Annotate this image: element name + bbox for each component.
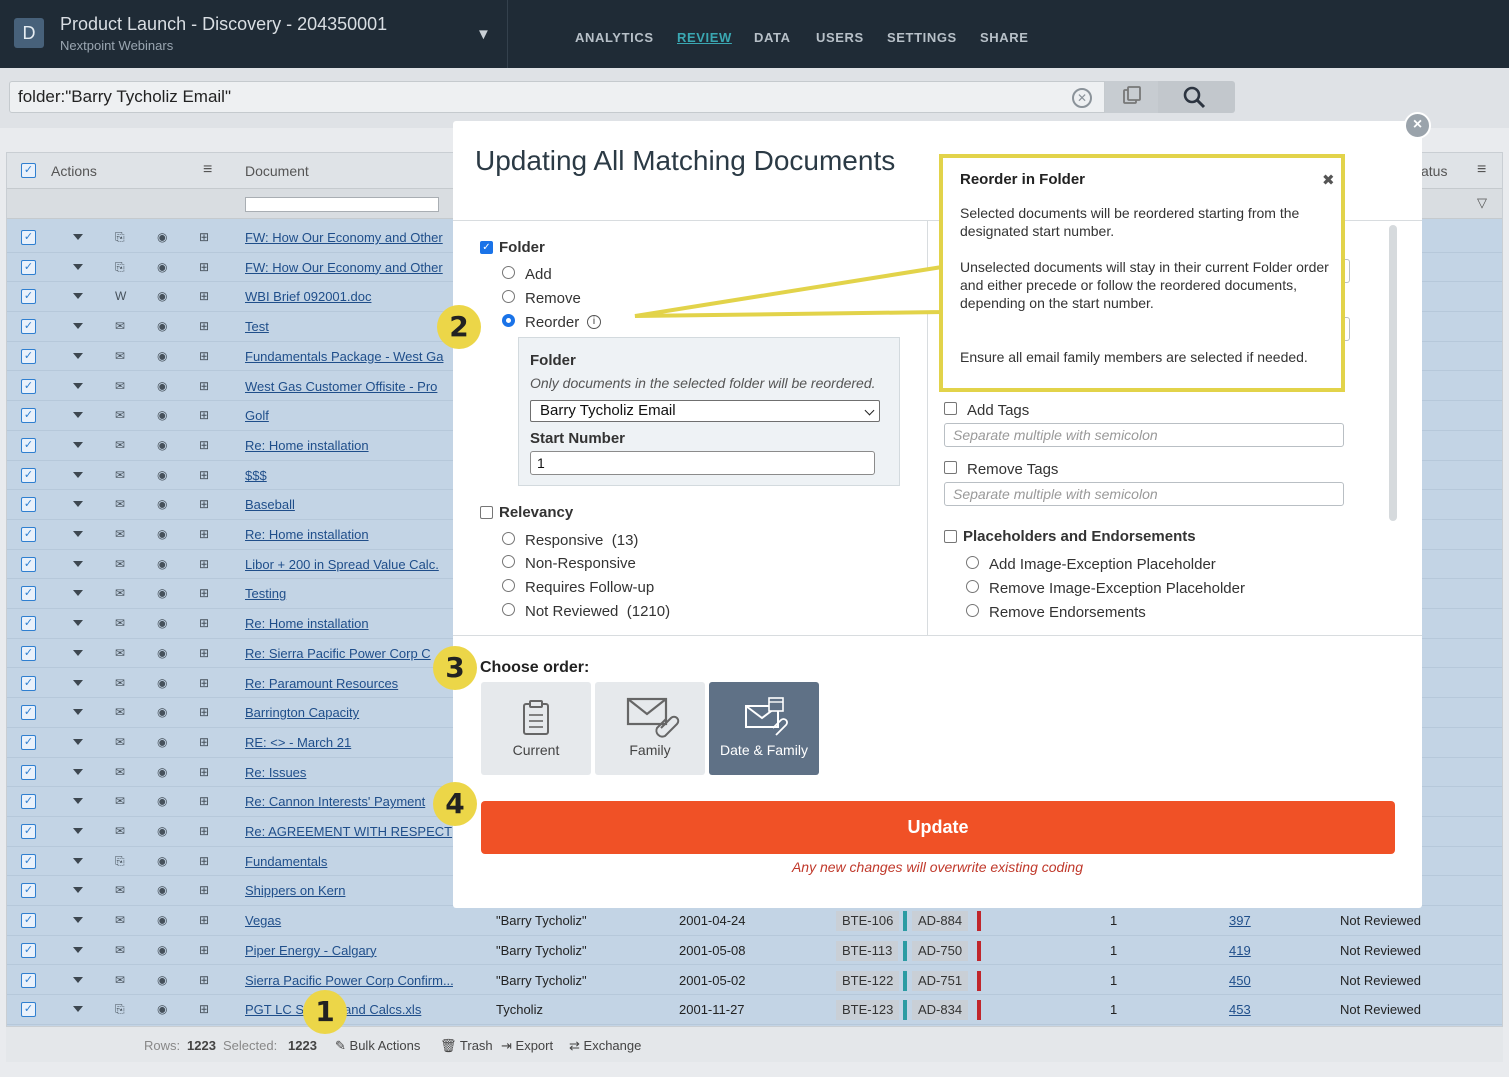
reorder-help-tooltip: Reorder in Folder ✖ Selected documents w… bbox=[939, 154, 1345, 392]
tooltip-close-icon[interactable]: ✖ bbox=[1322, 171, 1335, 189]
tooltip-paragraph-2: Unselected documents will stay in their … bbox=[960, 259, 1329, 311]
tooltip-paragraph-3: Ensure all email family members are sele… bbox=[960, 349, 1308, 365]
callout-badge-3: 3 bbox=[433, 646, 477, 690]
callout-badge-4: 4 bbox=[433, 782, 477, 826]
tooltip-paragraph-1: Selected documents will be reordered sta… bbox=[960, 205, 1300, 239]
callout-badge-1: 1 bbox=[303, 990, 347, 1034]
tooltip-title: Reorder in Folder bbox=[960, 171, 1086, 188]
callout-badge-2: 2 bbox=[437, 305, 481, 349]
